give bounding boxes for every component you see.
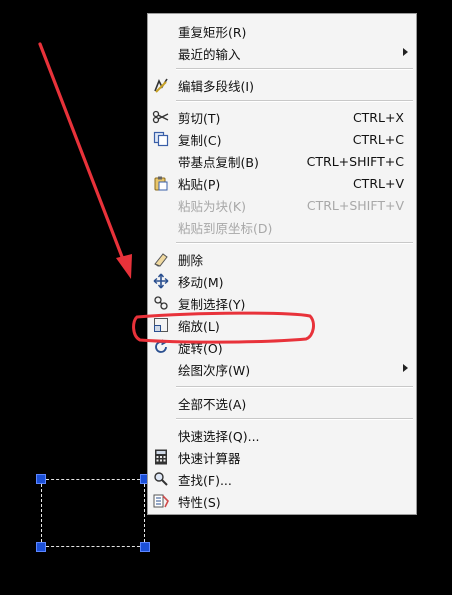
selected-rectangle[interactable] [41, 479, 145, 547]
menu-item-label: 粘贴为块(K) [178, 198, 246, 214]
menu-item-label: 粘贴(P) [178, 176, 221, 192]
edit-polyline-icon [152, 77, 170, 93]
menu-item-quick-select[interactable]: 快速选择(Q)... [148, 424, 416, 446]
menu-item-label: 快速计算器 [178, 450, 241, 466]
menu-item-copy-with-base-point[interactable]: 带基点复制(B) CTRL+SHIFT+C [148, 150, 416, 172]
menu-item-shortcut: CTRL+SHIFT+V [306, 197, 404, 213]
menu-item-deselect-all[interactable]: 全部不选(A) [148, 392, 416, 414]
grip-bottom-right[interactable] [140, 542, 150, 552]
menu-separator [176, 100, 413, 102]
menu-item-label: 缩放(L) [178, 318, 220, 334]
menu-item-label: 复制(C) [178, 132, 222, 148]
menu-item-shortcut: CTRL+SHIFT+C [306, 153, 404, 169]
paste-icon [152, 175, 170, 191]
menu-item-label: 粘贴到原坐标(D) [178, 220, 273, 236]
menu-item-shortcut: CTRL+C [352, 131, 404, 147]
menu-item-label: 带基点复制(B) [178, 154, 259, 170]
menu-item-paste-as-block[interactable]: 粘贴为块(K) CTRL+SHIFT+V [148, 194, 416, 216]
menu-item-label: 旋转(O) [178, 340, 223, 356]
menu-item-label: 移动(M) [178, 274, 224, 290]
menu-item-find[interactable]: 查找(F)... [148, 468, 416, 490]
menu-item-label: 绘图次序(W) [178, 362, 251, 378]
menu-item-label: 查找(F)... [178, 472, 232, 488]
drawing-canvas[interactable]: 重复矩形(R) 最近的输入 编辑多段线(I) 剪切(T) CTRL+X 复制(C [0, 0, 452, 595]
menu-item-label: 编辑多段线(I) [178, 78, 254, 94]
menu-item-properties[interactable]: 特性(S) [148, 490, 416, 512]
menu-item-label: 快速选择(Q)... [178, 428, 260, 444]
eraser-icon [152, 251, 170, 267]
menu-item-label: 全部不选(A) [178, 396, 247, 412]
find-icon [152, 471, 170, 487]
submenu-arrow-icon [403, 48, 408, 56]
menu-item-label: 最近的输入 [178, 46, 241, 62]
scissors-icon [152, 109, 170, 125]
grip-top-left[interactable] [36, 474, 46, 484]
menu-item-label: 特性(S) [178, 494, 221, 510]
menu-item-repeat-rectangle[interactable]: 重复矩形(R) [148, 20, 416, 42]
context-menu: 重复矩形(R) 最近的输入 编辑多段线(I) 剪切(T) CTRL+X 复制(C [147, 13, 417, 515]
menu-separator [176, 242, 413, 244]
menu-item-copy-selection[interactable]: 复制选择(Y) [148, 292, 416, 314]
menu-item-quick-calculator[interactable]: 快速计算器 [148, 446, 416, 468]
menu-item-delete[interactable]: 删除 [148, 248, 416, 270]
grip-bottom-left[interactable] [36, 542, 46, 552]
menu-item-label: 重复矩形(R) [178, 24, 247, 40]
move-icon [152, 273, 170, 289]
menu-item-scale[interactable]: 缩放(L) [148, 314, 416, 336]
menu-separator [176, 386, 413, 388]
menu-item-paste-to-original-coordinates[interactable]: 粘贴到原坐标(D) [148, 216, 416, 238]
menu-item-move[interactable]: 移动(M) [148, 270, 416, 292]
menu-item-copy[interactable]: 复制(C) CTRL+C [148, 128, 416, 150]
menu-item-label: 删除 [178, 252, 204, 268]
calculator-icon [152, 449, 170, 465]
submenu-arrow-icon [403, 364, 408, 372]
menu-item-shortcut: CTRL+V [352, 175, 404, 191]
menu-item-edit-polyline[interactable]: 编辑多段线(I) [148, 74, 416, 96]
annotation-arrow-shaft [38, 42, 126, 264]
menu-item-cut[interactable]: 剪切(T) CTRL+X [148, 106, 416, 128]
menu-item-recent-input[interactable]: 最近的输入 [148, 42, 416, 64]
menu-separator [176, 418, 413, 420]
properties-icon [152, 493, 170, 509]
menu-item-paste[interactable]: 粘贴(P) CTRL+V [148, 172, 416, 194]
copy-icon [152, 131, 170, 147]
menu-item-label: 复制选择(Y) [178, 296, 246, 312]
annotation-arrow-head [116, 254, 132, 279]
menu-item-label: 剪切(T) [178, 110, 221, 126]
copy-selection-icon [152, 295, 170, 311]
rotate-icon [152, 339, 170, 355]
scale-icon [152, 317, 170, 333]
menu-item-shortcut: CTRL+X [352, 109, 404, 125]
menu-separator [176, 68, 413, 70]
menu-item-draw-order[interactable]: 绘图次序(W) [148, 358, 416, 380]
menu-item-rotate[interactable]: 旋转(O) [148, 336, 416, 358]
